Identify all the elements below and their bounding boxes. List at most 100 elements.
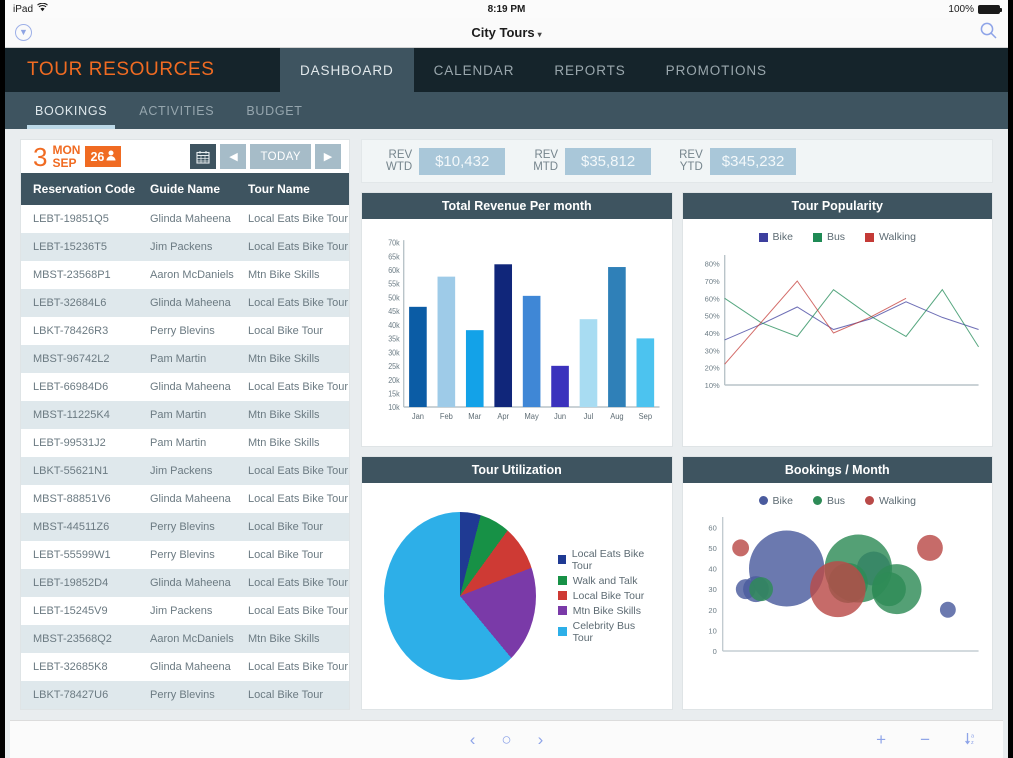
- table-row[interactable]: MBST-23568Q2Aaron McDanielsMtn Bike Skil…: [21, 625, 349, 653]
- legend-swatch-icon: [558, 576, 567, 585]
- search-icon[interactable]: [979, 21, 998, 45]
- cell-reservation-code: LEBT-32685K8: [21, 653, 138, 681]
- svg-text:20%: 20%: [704, 364, 719, 373]
- table-row[interactable]: MBST-96742L2Pam MartinMtn Bike Skills: [21, 345, 349, 373]
- plus-icon[interactable]: +: [876, 731, 886, 748]
- legend-item: Bike: [759, 231, 793, 243]
- table-row[interactable]: MBST-23568P1Aaron McDanielsMtn Bike Skil…: [21, 261, 349, 289]
- svg-text:30%: 30%: [704, 346, 719, 355]
- table-row[interactable]: LEBT-55599W1Perry BlevinsLocal Bike Tour: [21, 541, 349, 569]
- battery-percent: 100%: [948, 4, 974, 15]
- legend-dot-icon: [813, 496, 822, 505]
- cell-reservation-code: MBST-96742L2: [21, 345, 138, 373]
- table-row[interactable]: LBKT-78427U6Perry BlevinsLocal Bike Tour: [21, 681, 349, 709]
- table-row[interactable]: LEBT-15245V9Jim PackensLocal Eats Bike T…: [21, 597, 349, 625]
- app-bar: TOUR RESOURCES DASHBOARD CALENDAR REPORT…: [5, 48, 1008, 92]
- svg-text:10: 10: [708, 626, 716, 635]
- status-bar-time: 8:19 PM: [5, 4, 1008, 15]
- chart-grid: Total Revenue Per month 70k65k60k55k50k4…: [361, 192, 993, 710]
- table-row[interactable]: MBST-44511Z6Perry BlevinsLocal Bike Tour: [21, 513, 349, 541]
- bubble-chart[interactable]: 6050403020100: [689, 509, 987, 674]
- legend-label: Celebrity Bus Tour: [573, 620, 658, 644]
- bottom-action-group: + − az: [876, 731, 979, 749]
- dashboard-columns: 3 MON SEP 26 ◀: [20, 139, 993, 710]
- table-row[interactable]: LEBT-19852D4Glinda MaheenaLocal Eats Bik…: [21, 569, 349, 597]
- column-tour-name[interactable]: Tour Name: [236, 173, 349, 205]
- svg-text:15k: 15k: [388, 389, 400, 398]
- chevron-right-icon[interactable]: ›: [538, 731, 544, 748]
- prev-day-button[interactable]: ◀: [220, 144, 246, 169]
- kpi-rev-ytd-value: $345,232: [710, 148, 797, 175]
- cell-tour-name: Local Eats Bike Tour: [236, 233, 349, 261]
- card-bookings-per-month-title: Bookings / Month: [683, 457, 993, 483]
- svg-text:Feb: Feb: [440, 412, 454, 421]
- card-bookings-per-month: Bookings / Month BikeBusWalking 60504030…: [682, 456, 994, 711]
- card-bookings-per-month-body: BikeBusWalking 6050403020100: [683, 483, 993, 710]
- svg-text:80%: 80%: [704, 260, 719, 269]
- cell-reservation-code: MBST-23568Q2: [21, 625, 138, 653]
- cell-guide-name: Jim Packens: [138, 597, 236, 625]
- tab-dashboard[interactable]: DASHBOARD: [280, 48, 414, 92]
- chevron-left-icon[interactable]: ‹: [470, 731, 476, 748]
- cell-tour-name: Local Eats Bike Tour: [236, 653, 349, 681]
- today-button[interactable]: TODAY: [250, 144, 311, 169]
- legend-swatch-icon: [813, 233, 822, 242]
- next-day-button[interactable]: ▶: [315, 144, 341, 169]
- column-reservation-code[interactable]: Reservation Code: [21, 173, 138, 205]
- legend-swatch-icon: [558, 627, 567, 636]
- tab-reports[interactable]: REPORTS: [534, 48, 645, 92]
- legend-item: Walk and Talk: [558, 575, 658, 587]
- legend-label: Walk and Talk: [573, 575, 638, 587]
- pie-chart[interactable]: [384, 512, 536, 680]
- svg-text:30k: 30k: [388, 348, 400, 357]
- subtab-budget[interactable]: BUDGET: [230, 92, 318, 129]
- cell-guide-name: Perry Blevins: [138, 541, 236, 569]
- cell-tour-name: Mtn Bike Skills: [236, 345, 349, 373]
- svg-text:60%: 60%: [704, 294, 719, 303]
- cell-guide-name: Perry Blevins: [138, 317, 236, 345]
- legend-swatch-icon: [759, 233, 768, 242]
- bar-chart[interactable]: 70k65k60k55k50k45k40k35k30k25k20k15k10kJ…: [368, 225, 666, 440]
- kpi-rev-wtd-label: REV WTD: [386, 149, 412, 173]
- svg-text:35k: 35k: [388, 334, 400, 343]
- table-row[interactable]: MBST-88851V6Glinda MaheenaLocal Eats Bik…: [21, 485, 349, 513]
- calendar-icon[interactable]: [190, 144, 216, 169]
- svg-text:May: May: [525, 412, 539, 421]
- table-row[interactable]: LBKT-78426R3Perry BlevinsLocal Bike Tour: [21, 317, 349, 345]
- table-row[interactable]: MBST-11225K4Pam MartinMtn Bike Skills: [21, 401, 349, 429]
- table-row[interactable]: LEBT-66984D6Glinda MaheenaLocal Eats Bik…: [21, 373, 349, 401]
- cell-tour-name: Local Bike Tour: [236, 541, 349, 569]
- cell-reservation-code: LEBT-15236T5: [21, 233, 138, 261]
- circle-icon[interactable]: ○: [501, 731, 511, 748]
- cell-guide-name: Glinda Maheena: [138, 373, 236, 401]
- subtab-bookings[interactable]: BOOKINGS: [19, 92, 123, 129]
- cell-guide-name: Perry Blevins: [138, 513, 236, 541]
- cell-reservation-code: MBST-11225K4: [21, 401, 138, 429]
- legend-label: Mtn Bike Skills: [573, 605, 641, 617]
- table-row[interactable]: LEBT-15236T5Jim PackensLocal Eats Bike T…: [21, 233, 349, 261]
- cell-tour-name: Local Eats Bike Tour: [236, 485, 349, 513]
- cell-guide-name: Jim Packens: [138, 457, 236, 485]
- sort-icon[interactable]: az: [964, 731, 979, 749]
- table-row[interactable]: LEBT-19851Q5Glinda MaheenaLocal Eats Bik…: [21, 205, 349, 233]
- table-row[interactable]: LBKT-55621N1Jim PackensLocal Eats Bike T…: [21, 457, 349, 485]
- svg-text:50k: 50k: [388, 293, 400, 302]
- card-tour-popularity: Tour Popularity BikeBusWalking 80%70%60%…: [682, 192, 994, 447]
- svg-text:50%: 50%: [704, 312, 719, 321]
- line-chart[interactable]: 80%70%60%50%40%30%20%10%: [689, 245, 987, 410]
- tab-promotions[interactable]: PROMOTIONS: [646, 48, 787, 92]
- subtab-activities[interactable]: ACTIVITIES: [123, 92, 230, 129]
- column-guide-name[interactable]: Guide Name: [138, 173, 236, 205]
- tab-calendar[interactable]: CALENDAR: [414, 48, 535, 92]
- title-caret-icon[interactable]: ▾: [538, 30, 542, 39]
- table-row[interactable]: LEBT-99531J2Pam MartinMtn Bike Skills: [21, 429, 349, 457]
- kpi-rev-wtd: REV WTD $10,432: [386, 148, 505, 175]
- table-row[interactable]: LEBT-32684L6Glinda MaheenaLocal Eats Bik…: [21, 289, 349, 317]
- svg-text:Mar: Mar: [468, 412, 481, 421]
- kpi-rev-mtd-value: $35,812: [565, 148, 651, 175]
- minus-icon[interactable]: −: [920, 731, 930, 748]
- chevron-down-circle-icon[interactable]: ▼: [15, 24, 32, 41]
- table-row[interactable]: LEBT-32685K8Glinda MaheenaLocal Eats Bik…: [21, 653, 349, 681]
- sub-tab-bar: BOOKINGS ACTIVITIES BUDGET: [5, 92, 1008, 129]
- legend-dot-icon: [865, 496, 874, 505]
